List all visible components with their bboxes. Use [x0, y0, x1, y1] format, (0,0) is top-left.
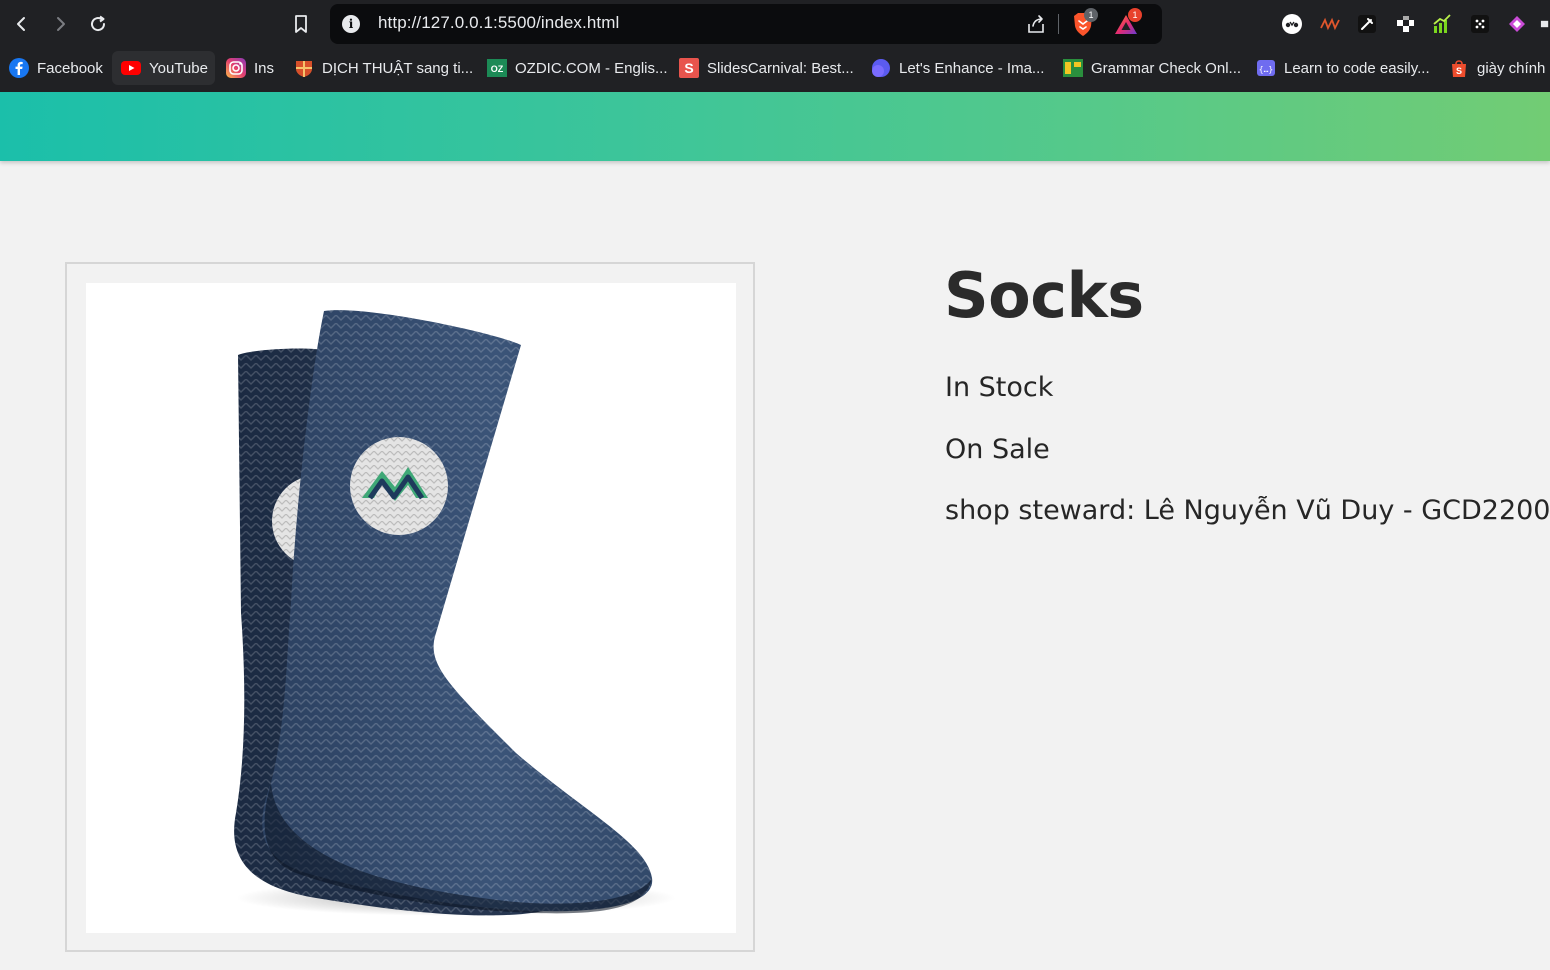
svg-text:{…}: {…}: [1259, 65, 1273, 74]
stock-status-text: In Stock: [945, 372, 1054, 403]
sale-status-text: On Sale: [945, 434, 1050, 465]
bookmarks-bar: Facebook YouTube Ins DỊCH THUẬT sang ti.…: [0, 48, 1550, 92]
bookmark-page-button[interactable]: [287, 10, 315, 38]
product-title: Socks: [944, 259, 1144, 332]
bookmark-label: DỊCH THUẬT sang ti...: [322, 59, 474, 77]
checker-icon: [1397, 16, 1414, 32]
share-button[interactable]: [1024, 12, 1048, 36]
bookmark-youtube[interactable]: YouTube: [112, 51, 215, 85]
bookmark-dich-thuat[interactable]: DỊCH THUẬT sang ti...: [285, 51, 480, 85]
bookmark-letsenhance[interactable]: Let's Enhance - Ima...: [862, 51, 1051, 85]
letsenhance-icon: [871, 58, 891, 78]
reload-icon: [91, 15, 106, 32]
bookmark-ozdic[interactable]: OZ OZDIC.COM - Englis...: [478, 51, 675, 85]
socks-illustration: [234, 310, 676, 916]
svg-text:S: S: [684, 60, 693, 76]
rewards-count-badge: 1: [1128, 8, 1142, 22]
back-button[interactable]: [8, 10, 36, 38]
bookmark-facebook[interactable]: Facebook: [0, 51, 110, 85]
bookmark-grammar-check[interactable]: Grammar Check Onl...: [1054, 51, 1248, 85]
facebook-icon: [9, 58, 29, 78]
product-info-panel: Socks In Stock On Sale shop steward: Lê …: [944, 258, 1550, 526]
product-image-container: [65, 262, 755, 952]
svg-text:OZ: OZ: [491, 64, 504, 74]
youtube-icon: [121, 58, 141, 78]
reload-button[interactable]: [84, 10, 112, 38]
growth-chart-icon: [1433, 14, 1451, 33]
svg-text:S: S: [1456, 66, 1462, 76]
extension-monkey-button[interactable]: [1280, 12, 1304, 36]
back-arrow-icon: [17, 17, 25, 31]
extension-gem-button[interactable]: [1505, 12, 1529, 36]
address-bar[interactable]: i http://127.0.0.1:5500/index.html 1 1: [330, 4, 1162, 44]
bookmark-instagram[interactable]: Ins: [217, 51, 281, 85]
puzzle-icon: [1540, 20, 1549, 28]
translate-site-icon: [294, 58, 314, 78]
bookmark-label: SlidesCarnival: Best...: [707, 59, 854, 77]
extension-dots-button[interactable]: [1468, 12, 1492, 36]
bookmark-label: YouTube: [149, 59, 208, 77]
bookmark-label: Learn to code easily...: [1284, 59, 1430, 77]
page-header-bar: [0, 92, 1550, 161]
extension-chart-button[interactable]: [1430, 12, 1454, 36]
url-text[interactable]: http://127.0.0.1:5500/index.html: [378, 13, 619, 33]
site-info-icon[interactable]: i: [342, 15, 360, 33]
address-bar-divider: [1058, 14, 1059, 34]
bookmark-label: Facebook: [37, 59, 103, 77]
extension-pen-button[interactable]: [1355, 12, 1379, 36]
bookmark-slidescarnival[interactable]: S SlidesCarnival: Best...: [670, 51, 861, 85]
bookmark-label: giày chính h: [1477, 59, 1550, 77]
code-learning-icon: {…}: [1256, 58, 1276, 78]
gem-icon: [1509, 16, 1525, 32]
bookmark-label: Let's Enhance - Ima...: [899, 59, 1045, 77]
wave-logo-icon: [1320, 17, 1340, 31]
ozdic-icon: OZ: [487, 58, 507, 78]
product-image: [86, 283, 736, 933]
brave-shields-button[interactable]: 1: [1070, 8, 1098, 38]
grammar-check-icon: [1063, 58, 1083, 78]
slidescarnival-icon: S: [679, 58, 699, 78]
pen-icon: [1358, 15, 1376, 33]
forward-arrow-icon: [57, 17, 65, 31]
bookmark-label: Ins: [254, 59, 275, 77]
extension-wave-button[interactable]: [1318, 12, 1342, 36]
monkey-face-icon: [1282, 14, 1302, 34]
shields-count-badge: 1: [1084, 8, 1098, 22]
bookmark-icon: [295, 15, 307, 33]
browser-toolbar: i http://127.0.0.1:5500/index.html 1 1: [0, 0, 1550, 48]
bookmark-label: Grammar Check Onl...: [1091, 59, 1242, 77]
instagram-icon: [226, 58, 246, 78]
forward-button[interactable]: [46, 10, 74, 38]
extension-overflow-button[interactable]: [1540, 12, 1550, 36]
brave-rewards-button[interactable]: 1: [1112, 8, 1142, 38]
bookmark-learn-to-code[interactable]: {…} Learn to code easily...: [1247, 51, 1437, 85]
extension-checker-button[interactable]: [1393, 12, 1417, 36]
shopee-icon: S: [1449, 58, 1469, 78]
share-icon: [1028, 15, 1044, 33]
bookmark-shopee[interactable]: S giày chính h: [1440, 51, 1550, 85]
dots-grid-icon: [1471, 15, 1489, 33]
bookmark-label: OZDIC.COM - Englis...: [515, 59, 668, 77]
shop-steward-text: shop steward: Lê Nguyễn Vũ Duy - GCD2200…: [945, 495, 1550, 526]
